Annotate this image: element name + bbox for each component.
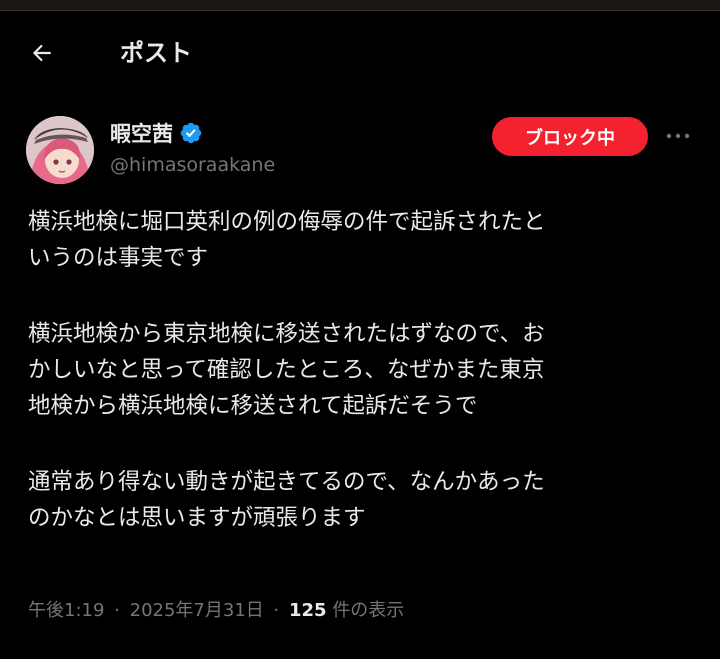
post-line: かしいなと思って確認したところ、なぜかまた東京 — [28, 357, 545, 383]
post-text: 横浜地検に堀口英利の例の侮辱の件で起訴されたと いうのは事実です 横浜地検から東… — [28, 204, 694, 536]
meta-separator: · — [114, 600, 120, 621]
user-info: 暇空茜 @himasoraakane — [110, 116, 275, 180]
header: ポスト — [0, 11, 720, 95]
arrow-left-icon — [32, 44, 51, 62]
post-line: 地検から横浜地検に移送されて起訴だそうで — [28, 393, 478, 419]
post-line: いうのは事実です — [28, 245, 209, 271]
avatar[interactable] — [26, 116, 94, 184]
page-title: ポスト — [120, 39, 192, 67]
more-horizontal-icon — [666, 133, 690, 139]
post-line: 横浜地検に堀口英利の例の侮辱の件で起訴されたと — [28, 209, 546, 235]
post-meta: 午後1:19 · 2025年7月31日 · 125 件の表示 — [28, 596, 404, 626]
post-line: 通常あり得ない動きが起きてるので、なんかあった — [28, 469, 545, 495]
meta-separator: · — [273, 600, 280, 621]
display-name[interactable]: 暇空茜 — [110, 118, 173, 148]
post-time[interactable]: 午後1:19 — [28, 600, 104, 621]
more-button[interactable] — [662, 122, 694, 150]
post-paragraph-2: 横浜地検から東京地検に移送されたはずなので、お かしいなと思って確認したところ、… — [28, 316, 694, 424]
post-line: 横浜地検から東京地検に移送されたはずなので、お — [28, 321, 545, 347]
post-paragraph-3: 通常あり得ない動きが起きてるので、なんかあった のかなとは思いますが頑張ります — [28, 464, 694, 536]
views-count: 125 — [289, 600, 327, 621]
user-handle[interactable]: @himasoraakane — [110, 150, 275, 180]
top-strip — [0, 0, 720, 11]
display-name-row: 暇空茜 — [110, 116, 275, 150]
post-date[interactable]: 2025年7月31日 — [130, 600, 264, 621]
back-button[interactable] — [24, 35, 60, 71]
blocked-button[interactable]: ブロック中 — [492, 117, 648, 156]
post-line: のかなとは思いますが頑張ります — [28, 505, 366, 531]
views-label: 件の表示 — [332, 600, 405, 621]
post-paragraph-1: 横浜地検に堀口英利の例の侮辱の件で起訴されたと いうのは事実です — [28, 204, 694, 276]
verified-badge-icon — [179, 121, 203, 145]
